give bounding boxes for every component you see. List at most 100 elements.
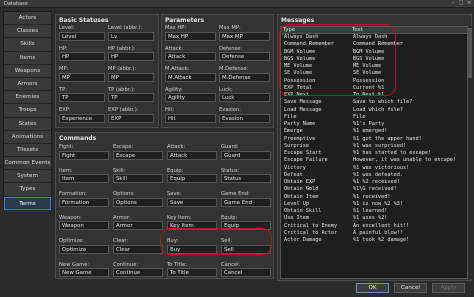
text-input[interactable]: M.Attack [165,72,216,82]
table-row[interactable]: Level Up %1 is now %2 %3! [281,201,467,208]
text-input[interactable]: Hit [165,113,216,123]
text-input[interactable]: Optimize [59,244,109,254]
table-row[interactable]: Obtain Item %1 received! [281,194,467,201]
table-row[interactable]: Obtain Gold %1\G received! [281,186,467,193]
basic-field-mp-4: MP: MP [59,66,105,82]
table-row[interactable]: Victory %1 was victorious! [281,165,467,172]
text-input[interactable]: Skill [113,174,163,183]
text-input[interactable]: Escape [113,150,163,160]
messages-table[interactable]: Type Text Always Dash Always Dash Command … [280,26,468,279]
type-column-header[interactable]: Type [281,27,350,33]
table-row[interactable]: BGM Volume BGM Volume [281,49,467,56]
text-input[interactable]: Equip [221,221,271,230]
text-input[interactable]: Key Item [167,221,217,230]
sidebar-item-types[interactable]: Types [4,183,51,197]
sidebar-item-weapons[interactable]: Weapons [4,64,51,78]
text-input[interactable]: EXP [108,113,154,123]
text-input[interactable]: Max MP [219,31,270,41]
sidebar-item-skills[interactable]: Skills [4,38,51,52]
table-row[interactable]: EXP Total Current %1 [281,85,467,92]
maximize-icon[interactable]: □ [458,1,464,6]
text-input[interactable]: HP [108,52,154,61]
table-row[interactable]: File File [281,114,467,121]
text-input[interactable]: TP [59,93,105,102]
text-input[interactable]: Weapon [59,221,109,230]
text-input[interactable]: Status [221,174,271,183]
text-input[interactable]: Guard [221,150,271,160]
table-row[interactable]: Preemptive %1 got the upper hand! [281,136,467,143]
sidebar-item-armors[interactable]: Armors [4,77,51,92]
table-row[interactable]: Critical to Enemy An excellent hit!! [281,223,467,230]
text-input[interactable]: Lv [108,31,154,41]
table-row[interactable]: Use Item %1 uses %2! [281,215,467,222]
table-row[interactable]: Command Remember Command Remember [281,41,467,48]
text-input[interactable]: Continue [113,268,163,277]
table-row[interactable]: Obtain EXP %1 %2 received! [281,179,467,186]
table-row[interactable]: Emerge %1 emerged! [281,128,467,135]
text-input[interactable]: New Game [59,268,109,277]
ok-button[interactable]: OK [356,283,389,293]
sidebar-item-items[interactable]: Items [4,51,51,65]
table-row[interactable]: SE Volume SE Volume [281,70,467,77]
apply-button[interactable]: Apply [432,283,465,293]
text-input[interactable]: Level [59,31,105,41]
sidebar-item-common-events[interactable]: Common Events [4,157,51,171]
text-input[interactable]: Luck [219,93,270,102]
sidebar-item-system[interactable]: System [4,170,51,184]
text-input[interactable]: Buy [167,244,217,254]
text-input[interactable]: Cancel [221,268,271,277]
table-row[interactable]: Actor Damage %1 took %2 damage! [281,237,467,244]
sidebar-item-enemies[interactable]: Enemies [4,91,51,105]
text-input[interactable]: To Title [167,268,217,277]
sidebar-item-animations[interactable]: Animations [4,130,51,144]
sidebar-item-tilesets[interactable]: Tilesets [4,143,51,158]
text-input[interactable]: Attack [167,150,217,160]
text-input[interactable]: Options [113,197,163,207]
table-row[interactable]: BGS Volume BGS Volume [281,56,467,63]
text-input[interactable]: MP [108,72,154,82]
sidebar-item-actors[interactable]: Actors [4,12,51,26]
text-input[interactable]: Clear [113,244,163,254]
sidebar-item-troops[interactable]: Troops [4,104,51,118]
minimize-icon[interactable]: – [450,1,456,6]
text-input[interactable]: Item [59,174,109,183]
table-row[interactable]: EXP Next To Next %1 [281,92,467,99]
table-row[interactable]: Surprise %1 was surprised! [281,143,467,150]
sidebar-item-classes[interactable]: Classes [4,25,51,39]
text-input[interactable]: Max HP [165,31,216,41]
text-input[interactable]: Agility [165,93,216,102]
messages-scrollbar[interactable] [468,26,472,279]
text-input[interactable]: Fight [59,150,109,160]
cancel-button[interactable]: Cancel [394,283,427,293]
text-input[interactable]: Experience [59,113,105,123]
table-row[interactable]: Escape Start %1 has started to escape! [281,150,467,157]
sidebar-item-terms[interactable]: Terms [4,196,51,210]
text-input[interactable]: TP [108,93,154,102]
table-row[interactable]: ME Volume ME Volume [281,63,467,70]
text-input[interactable]: HP [59,52,105,61]
text-input[interactable]: MP [59,72,105,82]
messages-scroll-thumb[interactable] [468,28,472,78]
text-input[interactable]: Formation [59,197,109,207]
text-input[interactable]: Armor [113,221,163,230]
text-input[interactable]: Evasion [219,113,270,123]
table-row[interactable]: Possession Possession [281,78,467,85]
text-column-header[interactable]: Text [350,27,465,33]
text-input[interactable]: Equip [167,174,217,183]
text-input[interactable]: Defense [219,52,270,61]
table-row[interactable]: Defeat %1 was defeated. [281,172,467,179]
table-row[interactable]: Save Message Save to which file? [281,99,467,106]
table-row[interactable]: Always Dash Always Dash [281,34,467,41]
text-input[interactable]: Game End [221,197,271,207]
table-row[interactable]: Escape Failure However, it was unable to … [281,157,467,164]
text-input[interactable]: Attack [165,52,216,61]
text-input[interactable]: M.Defense [219,72,270,82]
text-input[interactable]: Sell [221,244,271,254]
table-row[interactable]: Obtain Skill %1 learned! [281,208,467,215]
text-input[interactable]: Save [167,197,217,207]
close-icon[interactable]: × [466,1,472,6]
sidebar-item-states[interactable]: States [4,117,51,131]
table-row[interactable]: Party Name %1's Party [281,121,467,128]
table-row[interactable]: Critical to Actor A painful blow!! [281,230,467,237]
table-row[interactable]: Load Message Load which file? [281,107,467,114]
